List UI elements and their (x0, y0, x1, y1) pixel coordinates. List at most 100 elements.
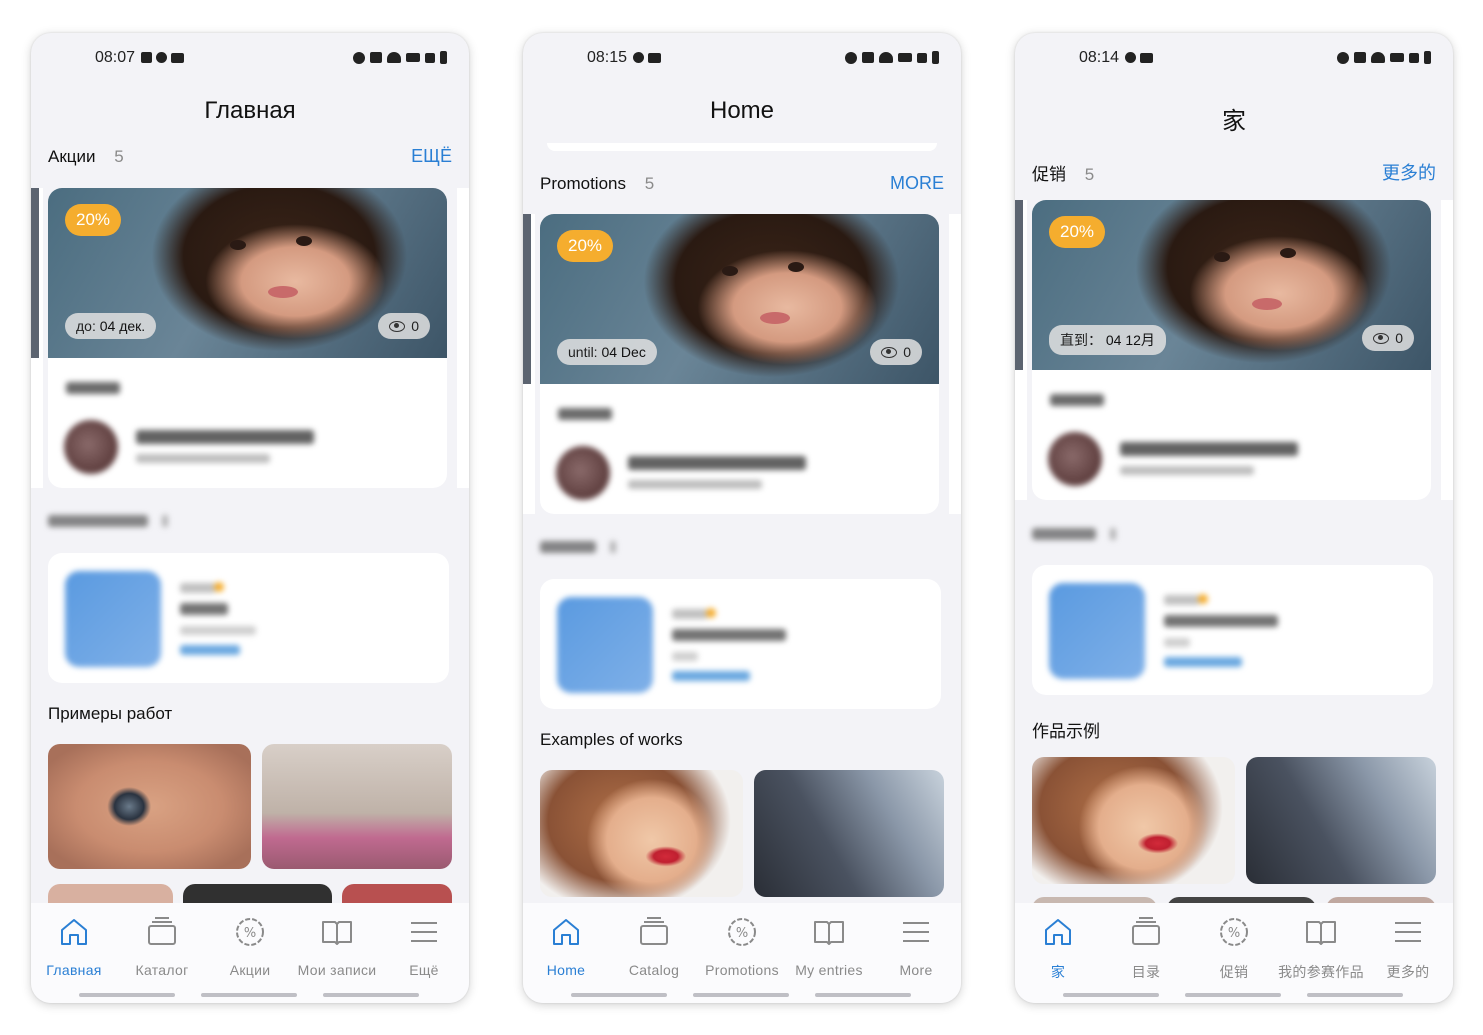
status-right-icons (1337, 51, 1431, 64)
status-bar: 08:14 (1015, 49, 1453, 69)
nav-label: Мои записи (297, 962, 377, 978)
promotions-header: 促销 5 更多的 (1032, 160, 1436, 185)
views-badge: 0 (378, 313, 430, 339)
popular-service-card[interactable] (48, 553, 449, 683)
nav-label: 家 (1050, 964, 1066, 980)
work-image-fitness[interactable] (1246, 757, 1436, 884)
prev-promo-card-peek[interactable] (1015, 200, 1027, 500)
gesture-bar (815, 993, 911, 997)
nav-catalog[interactable]: Catalog (610, 915, 698, 978)
status-time: 08:14 (1079, 49, 1120, 66)
nav-more[interactable]: 更多的 (1364, 915, 1452, 982)
nav-label: More (899, 962, 933, 978)
eye-icon (1373, 332, 1390, 344)
promo-card[interactable]: 20% до: 04 дек. 0 (48, 188, 447, 488)
next-promo-card-peek[interactable] (1441, 200, 1453, 500)
works-section-title: Примеры работ (48, 704, 173, 723)
status-right-icons (845, 51, 939, 64)
views-count: 0 (411, 318, 419, 334)
phone-screen-chinese: 08:14 家 促销 5 更多的 20% 直到： 04 12月 0 作品示例 家… (1015, 33, 1453, 1003)
bottom-navigation: Home Catalog % Promotions My entries Mor… (523, 903, 961, 1003)
menu-icon (903, 922, 929, 942)
nav-label: 促销 (1219, 964, 1249, 980)
status-time: 08:15 (587, 49, 628, 66)
nav-label: Акции (229, 962, 271, 978)
gesture-bar (201, 993, 297, 997)
nav-my-entries[interactable]: 我的参赛作品 (1277, 915, 1365, 982)
service-image (65, 571, 161, 667)
menu-icon (1395, 922, 1421, 942)
promo-card[interactable]: 20% until: 04 Dec 0 (540, 214, 939, 514)
nav-label: My entries (795, 962, 863, 978)
promo-until-date: 04 12月 (1105, 332, 1155, 348)
eye-icon (389, 320, 406, 332)
popular-header-blurred (1032, 527, 1116, 541)
promo-until-date: 04 Dec (601, 344, 646, 360)
promo-until-prefix: до: (76, 318, 96, 334)
nav-more[interactable]: Ещё (380, 915, 468, 978)
next-promo-card-peek[interactable] (949, 214, 961, 514)
nav-my-entries[interactable]: Мои записи (293, 915, 381, 978)
nav-label: Promotions (705, 962, 779, 978)
nav-home[interactable]: Главная (31, 915, 118, 978)
popular-service-card[interactable] (1032, 565, 1433, 695)
discount-badge: 20% (557, 230, 614, 262)
svg-text:%: % (244, 926, 256, 941)
promo-until-date: 04 дек. (99, 318, 146, 334)
nav-more[interactable]: More (872, 915, 960, 978)
nav-catalog[interactable]: Каталог (118, 915, 206, 978)
promotions-more-link[interactable]: 更多的 (1382, 159, 1436, 185)
nav-promotions[interactable]: % Акции (206, 915, 294, 978)
work-image-fitness[interactable] (262, 744, 452, 869)
nav-home[interactable]: 家 (1015, 915, 1102, 982)
home-icon (1045, 919, 1071, 945)
views-badge: 0 (1362, 325, 1414, 351)
nav-promotions[interactable]: % Promotions (698, 915, 786, 978)
works-section-title: Examples of works (540, 730, 683, 749)
nav-label: Home (546, 962, 586, 978)
avatar (556, 446, 610, 500)
next-promo-card-peek[interactable] (457, 188, 469, 488)
nav-my-entries[interactable]: My entries (785, 915, 873, 978)
status-bar: 08:07 (31, 49, 469, 69)
popular-header-blurred (48, 514, 168, 528)
promo-until-badge: 直到： 04 12月 (1049, 325, 1166, 355)
promotions-header: Акции 5 ЕЩЁ (48, 146, 452, 167)
work-image-fitness[interactable] (754, 770, 944, 897)
service-image (557, 597, 653, 693)
discount-badge: 20% (65, 204, 122, 236)
promo-card[interactable]: 20% 直到： 04 12月 0 (1032, 200, 1431, 500)
bottom-navigation: Главная Каталог % Акции Мои записи Ещё (31, 903, 469, 1003)
promotions-count: 5 (114, 147, 124, 166)
catalog-icon (640, 917, 668, 945)
promotions-label: 促销 (1032, 165, 1066, 184)
nav-promotions[interactable]: % 促销 (1190, 915, 1278, 982)
work-image-makeup[interactable] (1032, 757, 1235, 884)
promotions-more-link[interactable]: MORE (890, 173, 944, 194)
book-icon (322, 921, 352, 945)
prev-promo-card-peek[interactable] (31, 188, 43, 488)
book-icon (814, 921, 844, 945)
status-bar: 08:15 (523, 49, 961, 69)
phone-screen-russian: 08:07 Главная Акции 5 ЕЩЁ 20% до: 04 дек… (31, 33, 469, 1003)
views-count: 0 (1395, 330, 1403, 346)
promo-until-badge: до: 04 дек. (65, 313, 157, 339)
promotions-more-link[interactable]: ЕЩЁ (411, 146, 452, 167)
promotions-count: 5 (644, 174, 655, 193)
promotions-count: 5 (1084, 165, 1095, 184)
gesture-bar (1185, 993, 1281, 997)
popular-service-card[interactable] (540, 579, 941, 709)
popular-header-blurred (540, 540, 616, 554)
gesture-bar (1307, 993, 1403, 997)
nav-catalog[interactable]: 目录 (1102, 915, 1190, 982)
work-image-makeup[interactable] (540, 770, 743, 897)
discount-icon: % (236, 918, 264, 946)
status-left-icons (633, 52, 662, 64)
svg-text:%: % (1228, 926, 1240, 941)
nav-home[interactable]: Home (523, 915, 610, 978)
collapsed-card-edge (547, 143, 937, 151)
page-title: Home (709, 97, 775, 124)
prev-promo-card-peek[interactable] (523, 214, 535, 514)
work-image-eye[interactable] (48, 744, 251, 869)
menu-icon (411, 922, 437, 942)
